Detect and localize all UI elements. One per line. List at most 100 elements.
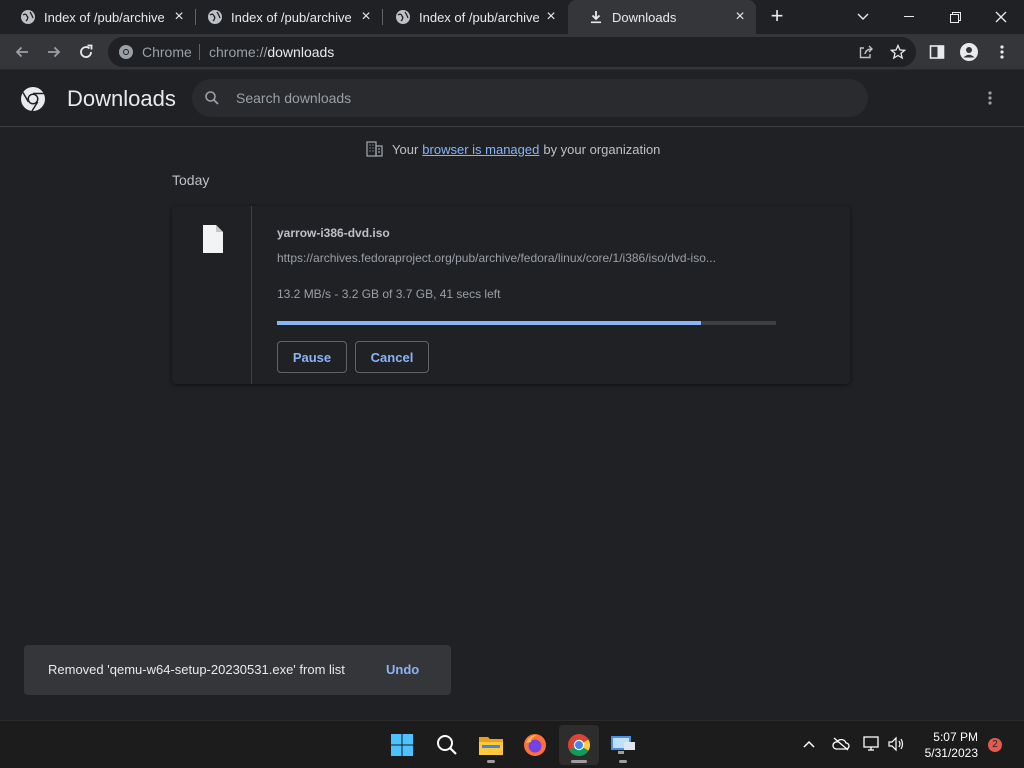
download-status: 13.2 MB/s - 3.2 GB of 3.7 GB, 41 secs le… <box>277 287 501 301</box>
running-indicator <box>619 760 627 763</box>
downloads-menu-button[interactable] <box>978 86 1002 110</box>
forward-button[interactable] <box>42 40 66 64</box>
taskbar-file-explorer[interactable] <box>471 725 511 765</box>
more-vert-icon <box>1000 45 1004 59</box>
arrow-right-icon <box>48 46 61 58</box>
url-scheme: chrome:// <box>209 44 268 60</box>
globe-icon <box>208 10 222 24</box>
clock-time: 5:07 PM <box>933 730 978 744</box>
network-tray[interactable] <box>862 734 882 754</box>
download-url[interactable]: https://archives.fedoraproject.org/pub/a… <box>277 251 775 265</box>
start-button[interactable] <box>382 725 422 765</box>
cloud-off-icon <box>832 737 850 751</box>
building-icon <box>366 141 383 157</box>
file-icon <box>203 225 223 253</box>
tab-strip: Index of /pub/archive/f × Index of /pub/… <box>0 0 1024 34</box>
managed-prefix: Your <box>392 141 419 157</box>
tab-label: Index of /pub/archive/f <box>44 9 164 25</box>
firefox-icon <box>524 734 546 756</box>
omnibox-divider <box>199 44 200 60</box>
windows-start-icon <box>391 734 413 756</box>
toast-notification: Removed 'qemu-w64-setup-20230531.exe' fr… <box>24 645 451 695</box>
page-title: Downloads <box>67 86 176 111</box>
new-tab-button[interactable]: + <box>766 5 788 28</box>
taskbar-remote-desktop[interactable] <box>603 725 643 765</box>
managed-link[interactable]: browser is managed <box>422 142 539 157</box>
tab-downloads[interactable]: Downloads × <box>568 0 756 34</box>
chrome-menu-button[interactable] <box>990 40 1014 64</box>
pause-button[interactable]: Pause <box>277 341 347 373</box>
share-icon <box>859 45 873 59</box>
reload-icon <box>80 44 93 58</box>
tab-label: Index of /pub/archive/f <box>419 9 539 25</box>
close-icon <box>995 11 1007 23</box>
download-icon <box>591 11 601 24</box>
download-progress-bar <box>277 321 776 325</box>
site-chip-label: Chrome <box>142 44 192 60</box>
back-button[interactable] <box>10 40 34 64</box>
taskbar-chrome[interactable] <box>559 725 599 765</box>
profile-button[interactable] <box>957 40 981 64</box>
globe-icon <box>21 10 35 24</box>
url-path: downloads <box>267 44 335 60</box>
tab-close-button[interactable]: × <box>358 9 374 25</box>
chevron-down-icon <box>857 13 869 20</box>
managed-notice: Your browser is managed by your organiza… <box>366 140 660 158</box>
monitor-icon <box>611 736 635 754</box>
more-vert-icon <box>988 91 992 105</box>
tab-close-button[interactable]: × <box>543 9 559 25</box>
running-indicator <box>487 760 495 763</box>
close-window-button[interactable] <box>978 0 1024 34</box>
tab-index-1[interactable]: Index of /pub/archive/f × <box>0 0 195 34</box>
download-filename[interactable]: yarrow-i386-dvd.iso <box>277 226 390 240</box>
side-panel-icon <box>929 45 945 59</box>
network-icon <box>863 736 879 751</box>
share-button[interactable] <box>854 40 878 64</box>
chevron-up-icon <box>803 740 815 748</box>
reload-button[interactable] <box>74 40 98 64</box>
restore-button[interactable] <box>932 0 978 34</box>
chrome-logo-icon <box>21 87 45 112</box>
tab-index-2[interactable]: Index of /pub/archive/f × <box>187 0 382 34</box>
folder-icon <box>479 737 503 755</box>
running-indicator <box>571 760 587 763</box>
minimize-icon <box>904 16 914 17</box>
undo-button[interactable]: Undo <box>386 662 419 677</box>
progress-fill <box>277 321 702 325</box>
tab-close-button[interactable]: × <box>732 9 748 25</box>
downloads-header: Downloads <box>0 70 1024 127</box>
volume-icon <box>888 736 904 752</box>
notification-badge[interactable]: 2 <box>988 738 1002 752</box>
arrow-left-icon <box>15 46 28 58</box>
side-panel-button[interactable] <box>925 40 949 64</box>
download-item: yarrow-i386-dvd.iso https://archives.fed… <box>172 206 850 384</box>
profile-icon <box>960 43 978 61</box>
toast-message: Removed 'qemu-w64-setup-20230531.exe' fr… <box>48 662 345 677</box>
restore-icon <box>949 11 961 23</box>
clock[interactable]: 5:07 PM 5/31/2023 <box>914 729 978 761</box>
tab-index-3[interactable]: Index of /pub/archive/f × <box>375 0 567 34</box>
managed-suffix: by your organization <box>543 141 661 157</box>
star-icon <box>890 44 906 60</box>
date-section-heading: Today <box>172 172 210 188</box>
onedrive-tray[interactable] <box>831 734 851 754</box>
taskbar-search-button[interactable] <box>427 725 467 765</box>
tab-label: Downloads <box>612 9 677 25</box>
browser-toolbar: Chrome chrome://downloads <box>0 34 1024 70</box>
tab-search-button[interactable] <box>840 0 886 34</box>
tab-close-button[interactable]: × <box>171 9 187 25</box>
search-icon <box>437 735 457 755</box>
search-box[interactable] <box>192 79 868 117</box>
cancel-button[interactable]: Cancel <box>355 341 429 373</box>
windows-taskbar: 5:07 PM 5/31/2023 2 <box>0 720 1024 768</box>
bookmark-button[interactable] <box>886 40 910 64</box>
globe-icon <box>396 10 410 24</box>
url-text[interactable]: chrome://downloads <box>209 44 334 60</box>
tab-label: Index of /pub/archive/f <box>231 9 351 25</box>
minimize-button[interactable] <box>886 0 932 34</box>
address-bar[interactable]: Chrome chrome://downloads <box>108 37 916 67</box>
taskbar-firefox[interactable] <box>515 725 555 765</box>
volume-tray[interactable] <box>886 734 906 754</box>
search-input[interactable] <box>236 79 836 117</box>
show-hidden-icons-button[interactable] <box>799 734 819 754</box>
